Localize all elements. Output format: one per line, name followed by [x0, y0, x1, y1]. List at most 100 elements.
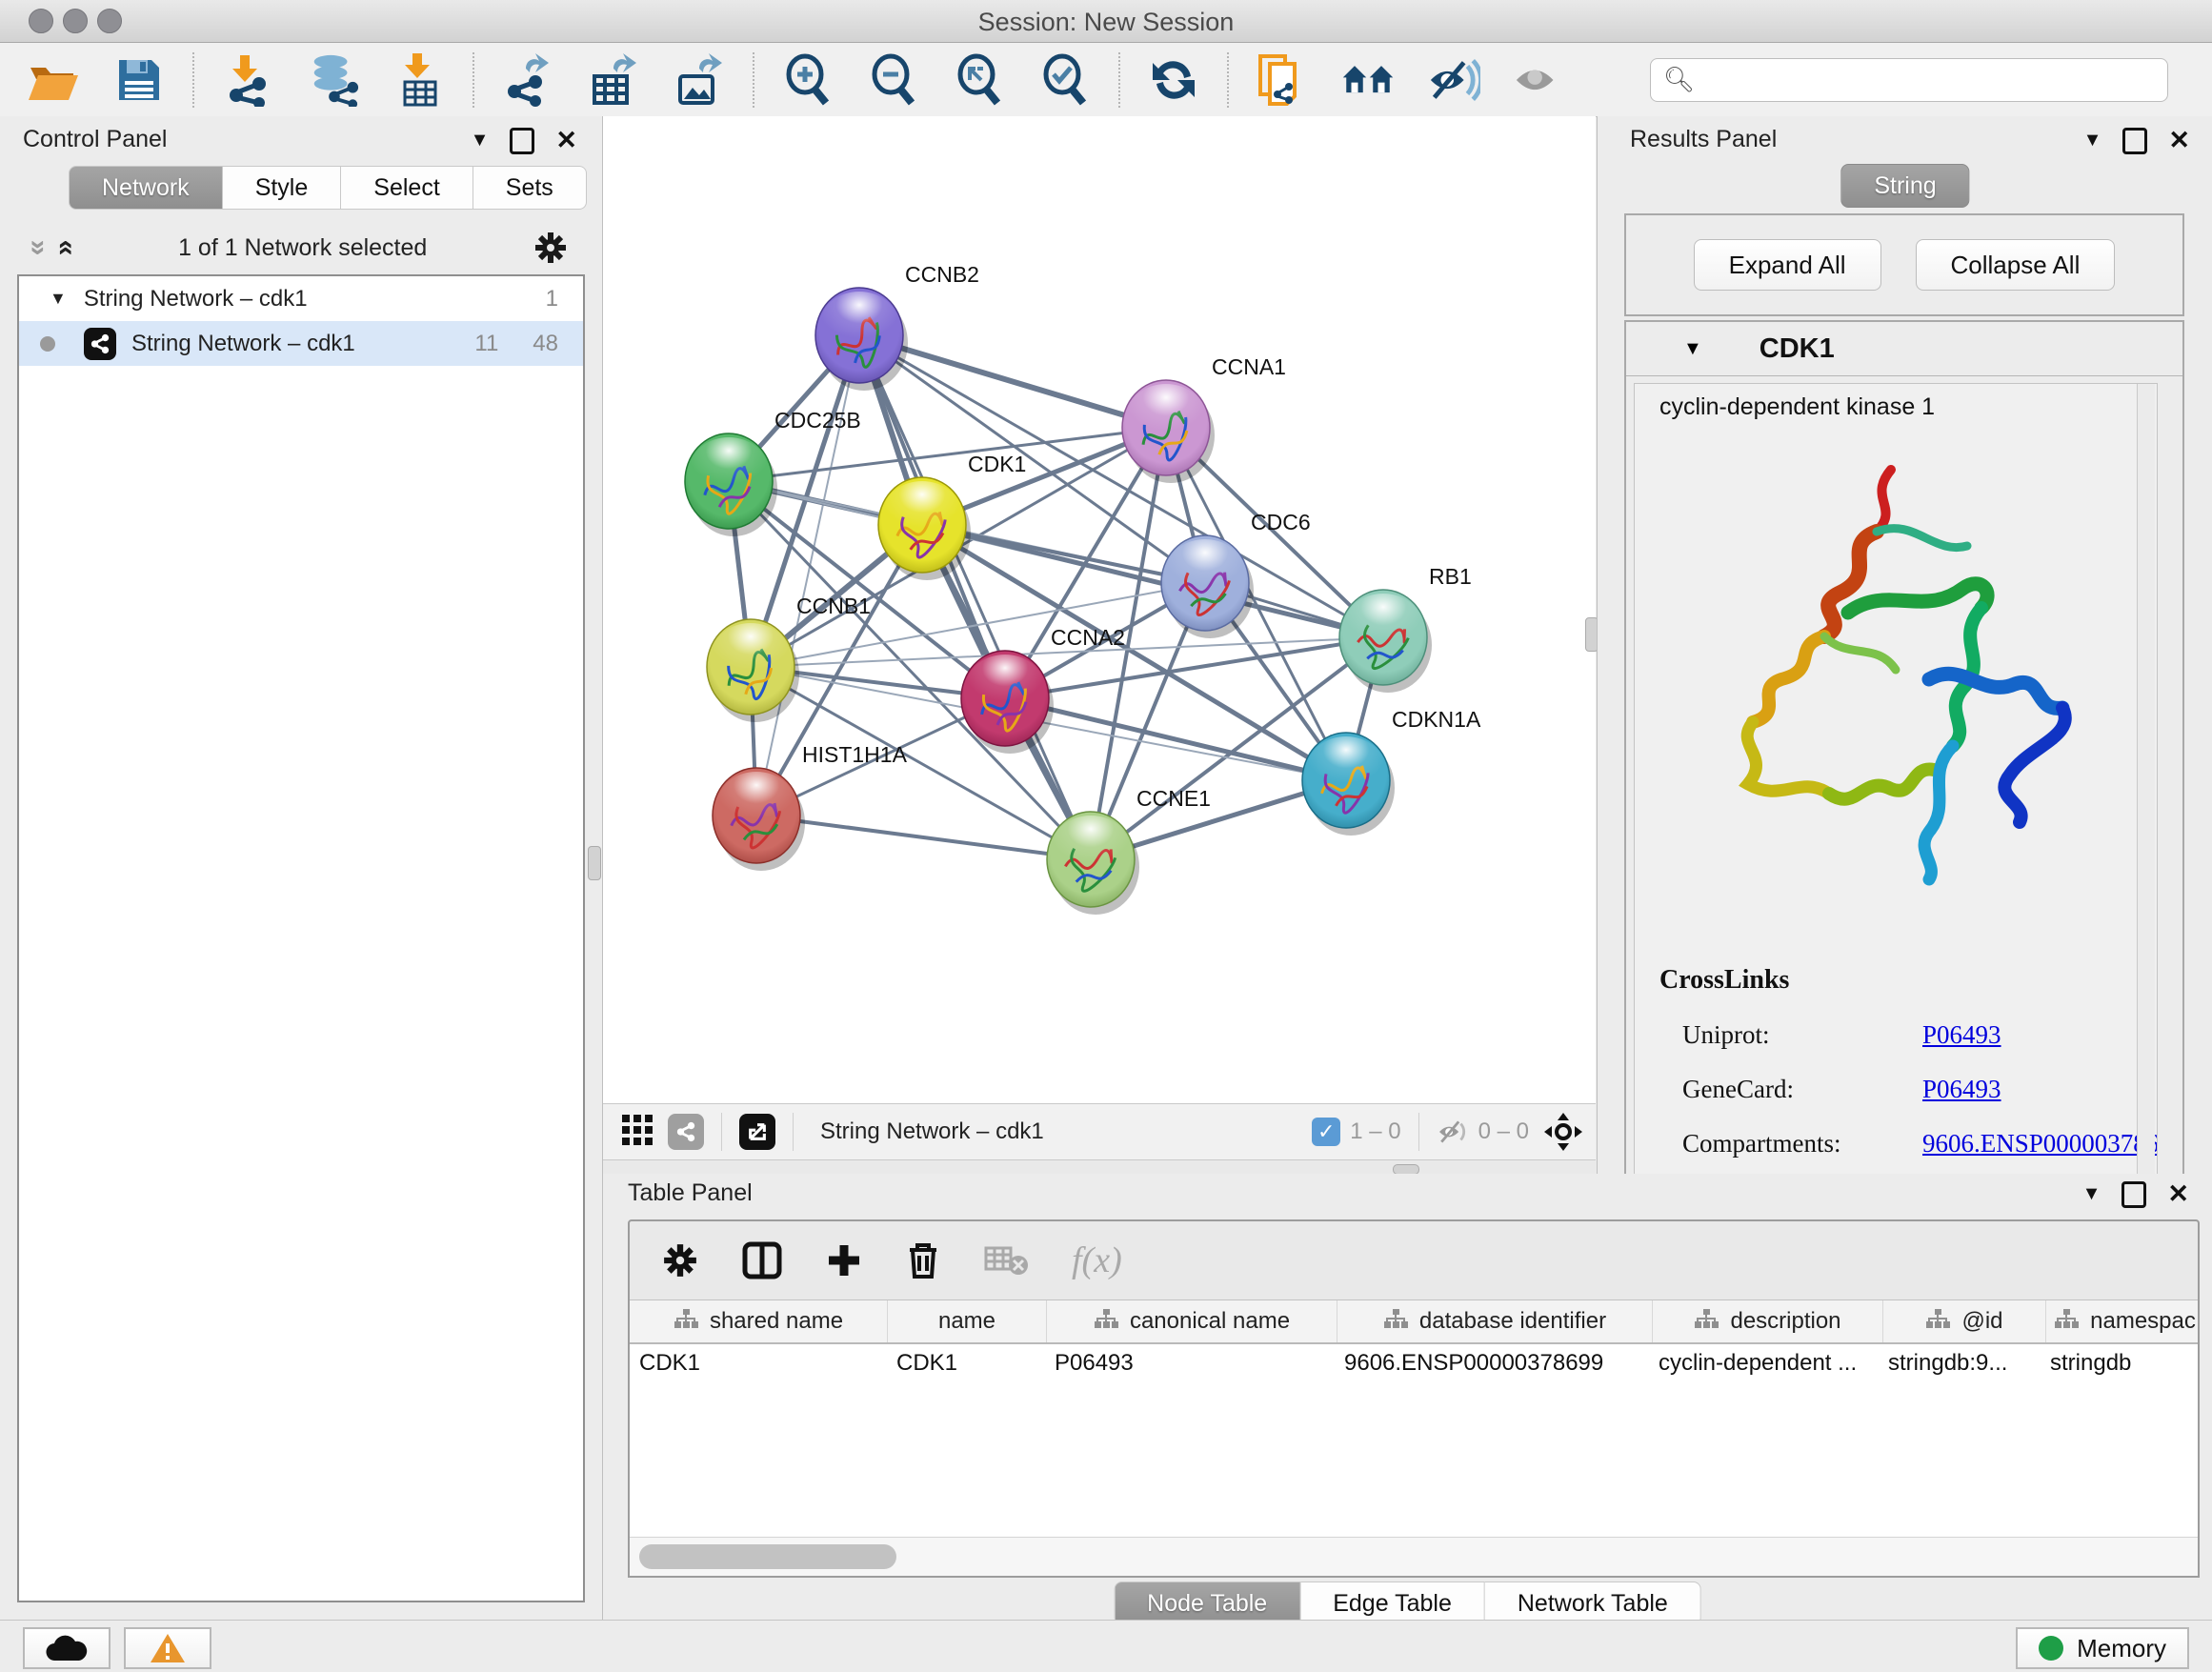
edge-CDK1-RB1[interactable] [922, 525, 1383, 637]
tab-select[interactable]: Select [341, 166, 473, 210]
column-header-shared-name[interactable]: shared name [630, 1300, 888, 1342]
column-header-description[interactable]: description [1653, 1300, 1883, 1342]
node-HIST1H1A[interactable]: HIST1H1A [713, 742, 908, 871]
tab-string[interactable]: String [1840, 164, 1969, 208]
network-row[interactable]: String Network – cdk1 11 48 [19, 321, 583, 366]
crosslink-link[interactable]: 9606.ENSP00000378699 [1922, 1129, 2158, 1158]
node-table[interactable]: shared namename canonical name database id… [630, 1300, 2198, 1538]
zoom-fit-button[interactable] [953, 53, 1006, 107]
show-columns-button[interactable] [742, 1241, 782, 1279]
birdseye-view-button[interactable] [739, 1114, 775, 1150]
control-panel-close-icon[interactable]: ✕ [555, 126, 577, 155]
crosslinks-title: CrossLinks [1659, 965, 2158, 996]
table-cell[interactable]: CDK1 [630, 1344, 887, 1386]
open-session-button[interactable] [27, 53, 80, 107]
edge-CCNB2-CCNE1[interactable] [859, 335, 1091, 859]
crosslink-link[interactable]: P06493 [1922, 1075, 2001, 1103]
grid-view-button[interactable] [620, 1113, 654, 1152]
node-CCNB2[interactable]: CCNB2 [815, 262, 979, 391]
crosslink-link[interactable]: P06493 [1922, 1020, 2001, 1049]
export-table-button[interactable] [587, 53, 640, 107]
duplicate-network-view-button[interactable] [1256, 53, 1309, 107]
create-column-button[interactable] [826, 1242, 862, 1279]
scrollbar-thumb[interactable] [639, 1544, 896, 1569]
network-badge-icon[interactable] [668, 1114, 704, 1150]
tab-style[interactable]: Style [223, 166, 342, 210]
apply-layout-button[interactable] [1147, 53, 1200, 107]
table-cell[interactable]: cyclin-dependent ... [1649, 1344, 1879, 1386]
node-CDK1[interactable]: CDK1 [878, 452, 1026, 580]
table-cell[interactable]: stringdb [2041, 1344, 2198, 1386]
search-input[interactable] [1650, 58, 2168, 102]
zoom-in-button[interactable] [781, 53, 835, 107]
table-cell[interactable]: P06493 [1045, 1344, 1335, 1386]
node-CDC6[interactable]: CDC6 [1161, 510, 1311, 638]
table-horizontal-scrollbar[interactable] [630, 1537, 2198, 1576]
hidden-eye-icon [1437, 1118, 1469, 1145]
selected-checkbox-icon[interactable]: ✓ [1312, 1118, 1340, 1146]
memory-button[interactable]: Memory [2016, 1627, 2189, 1669]
node-CCNA1[interactable]: CCNA1 [1122, 354, 1286, 483]
tab-sets[interactable]: Sets [473, 166, 587, 210]
gene-collapse-icon[interactable]: ▼ [1683, 338, 1702, 360]
results-panel-close-icon[interactable]: ✕ [2168, 126, 2190, 155]
table-settings-button[interactable] [662, 1242, 698, 1279]
zoom-out-button[interactable] [867, 53, 920, 107]
results-panel-menu-icon[interactable]: ▼ [2083, 130, 2102, 151]
save-session-button[interactable] [112, 53, 166, 107]
import-table-button[interactable] [392, 53, 446, 107]
cloud-status-button[interactable] [23, 1627, 111, 1669]
table-cell[interactable]: CDK1 [887, 1344, 1045, 1386]
table-panel-close-icon[interactable]: ✕ [2167, 1179, 2189, 1209]
table-panel-menu-icon[interactable]: ▼ [2082, 1183, 2101, 1205]
table-cell[interactable]: stringdb:9... [1879, 1344, 2041, 1386]
function-builder-button[interactable]: f(x) [1072, 1239, 1122, 1281]
column-header-namespac[interactable]: namespac [2046, 1300, 2198, 1342]
node-RB1[interactable]: RB1 [1339, 564, 1472, 693]
results-panel-float-icon[interactable] [2122, 128, 2147, 154]
export-image-button[interactable] [673, 53, 726, 107]
node-CCNE1[interactable]: CCNE1 [1047, 786, 1211, 915]
export-network-button[interactable] [501, 53, 554, 107]
network-collection-row[interactable]: ▼ String Network – cdk1 1 [19, 276, 583, 321]
column-header-label: canonical name [1130, 1308, 1290, 1335]
column-header-canonical-name[interactable]: canonical name [1047, 1300, 1337, 1342]
control-panel-float-icon[interactable] [510, 128, 534, 154]
results-scrollbar[interactable] [2137, 384, 2155, 1205]
control-panel-menu-icon[interactable]: ▼ [471, 130, 490, 151]
table-cell[interactable]: 9606.ENSP00000378699 [1335, 1344, 1649, 1386]
pan-crosshair-icon[interactable] [1544, 1113, 1582, 1151]
show-eye-icon [1513, 56, 1566, 104]
tab-network[interactable]: Network [69, 166, 223, 210]
table-row[interactable]: CDK1CDK1P064939606.ENSP00000378699cyclin… [630, 1344, 2198, 1386]
cloud-icon [46, 1634, 88, 1662]
table-panel-float-icon[interactable] [2122, 1181, 2146, 1208]
zoom-selected-button[interactable] [1038, 53, 1092, 107]
network-canvas[interactable]: CCNB2CCNA1CDC25BCDK1CDC6RB1CCNB1CCNA2CDK… [603, 116, 1596, 1103]
table-panel-title: Table Panel [628, 1179, 753, 1207]
node-CDKN1A[interactable]: CDKN1A [1302, 707, 1481, 836]
gene-section: ▼ CDK1 cyclin-dependent kinase 1 [1624, 320, 2184, 1218]
gene-section-header[interactable]: ▼ CDK1 [1626, 322, 2182, 376]
expand-all-networks-icon[interactable]: » [50, 240, 78, 256]
delete-table-button[interactable] [984, 1244, 1028, 1277]
import-network-file-button[interactable] [221, 53, 274, 107]
show-all-button[interactable] [1513, 53, 1566, 107]
warnings-button[interactable] [124, 1627, 211, 1669]
column-header--id[interactable]: @id [1883, 1300, 2046, 1342]
left-splitter-handle[interactable] [588, 846, 601, 880]
node-label-HIST1H1A: HIST1H1A [802, 742, 908, 767]
node-label-CCNA2: CCNA2 [1051, 625, 1125, 650]
network-options-gear-icon[interactable] [533, 231, 568, 265]
first-neighbors-button[interactable] [1341, 53, 1395, 107]
edge-HIST1H1A-CCNE1[interactable] [756, 816, 1091, 859]
collapse-all-button[interactable]: Collapse All [1916, 239, 2116, 291]
hide-selected-button[interactable] [1427, 53, 1480, 107]
collection-expand-icon[interactable]: ▼ [50, 289, 67, 309]
column-header-database-identifier[interactable]: database identifier [1337, 1300, 1653, 1342]
import-network-database-button[interactable] [307, 53, 360, 107]
delete-column-button[interactable] [906, 1240, 940, 1280]
hide-eye-icon [1427, 56, 1480, 104]
column-header-name[interactable]: name [888, 1300, 1047, 1342]
expand-all-button[interactable]: Expand All [1694, 239, 1881, 291]
